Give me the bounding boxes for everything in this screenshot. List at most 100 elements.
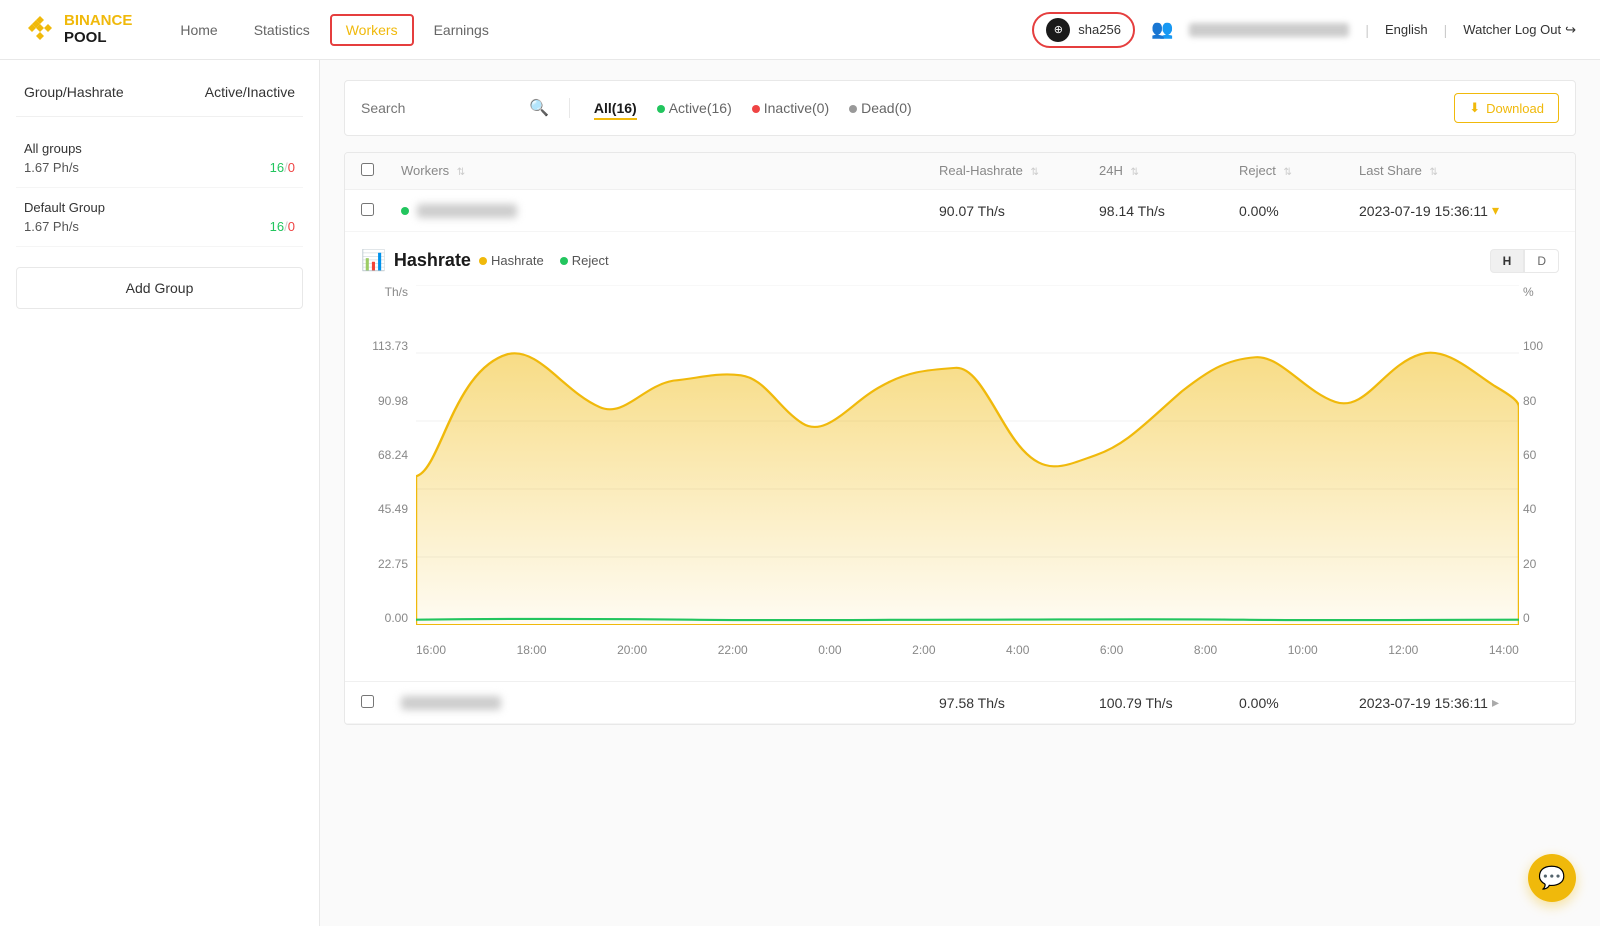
group-counts: 16/0 bbox=[270, 160, 295, 175]
table-row-2[interactable]: 97.58 Th/s 100.79 Th/s 0.00% 2023-07-19 … bbox=[345, 681, 1575, 724]
group-hashrate-value: 1.67 Ph/s bbox=[24, 219, 79, 234]
group-all-groups[interactable]: All groups 1.67 Ph/s 16/0 bbox=[16, 129, 303, 188]
h24-col-header[interactable]: 24H ⇅ bbox=[1099, 163, 1239, 179]
row2-h24: 100.79 Th/s bbox=[1099, 695, 1239, 711]
row1-expand-icon[interactable]: ▾ bbox=[1492, 202, 1499, 219]
chart-x-axis: 16:00 18:00 20:00 22:00 0:00 2:00 4:00 6… bbox=[416, 635, 1519, 665]
chart-y-axis-left: Th/s 113.73 90.98 68.24 45.49 22.75 0.00 bbox=[361, 285, 416, 625]
tab-inactive[interactable]: Inactive(0) bbox=[752, 96, 829, 120]
account-name: sha256 bbox=[1078, 22, 1121, 37]
real-hashrate-col-header[interactable]: Real-Hashrate ⇅ bbox=[939, 163, 1099, 179]
row2-worker-name bbox=[401, 696, 939, 710]
nav-workers[interactable]: Workers bbox=[330, 14, 414, 46]
lang-divider2: | bbox=[1444, 22, 1448, 38]
nav-home[interactable]: Home bbox=[164, 14, 233, 46]
row1-worker-name bbox=[401, 204, 939, 218]
row2-checkbox[interactable] bbox=[361, 695, 401, 711]
main-nav: Home Statistics Workers Earnings bbox=[164, 14, 1032, 46]
nav-earnings[interactable]: Earnings bbox=[418, 14, 505, 46]
row2-reject: 0.00% bbox=[1239, 695, 1359, 711]
y-label-1: 90.98 bbox=[361, 394, 408, 408]
group-default[interactable]: Default Group 1.67 Ph/s 16/0 bbox=[16, 188, 303, 247]
inactive-dot bbox=[752, 105, 760, 113]
table-row[interactable]: 90.07 Th/s 98.14 Th/s 0.00% 2023-07-19 1… bbox=[345, 190, 1575, 232]
row2-real-hashrate: 97.58 Th/s bbox=[939, 695, 1099, 711]
y-label-0: 113.73 bbox=[361, 339, 408, 353]
chart-legend: Hashrate Reject bbox=[479, 253, 609, 268]
y-label-3: 45.49 bbox=[361, 502, 408, 516]
row2-last-share: 2023-07-19 15:36:11 ▸ bbox=[1359, 694, 1559, 711]
chart-area bbox=[416, 285, 1519, 625]
reject-col-header[interactable]: Reject ⇅ bbox=[1239, 163, 1359, 179]
chart-title: Hashrate bbox=[394, 250, 471, 271]
workers-col-header[interactable]: Workers ⇅ bbox=[401, 163, 939, 179]
x-label-11: 14:00 bbox=[1489, 643, 1519, 657]
reject-sort-icon: ⇅ bbox=[1283, 167, 1291, 178]
add-group-button[interactable]: Add Group bbox=[16, 267, 303, 309]
row1-checkbox[interactable] bbox=[361, 203, 401, 219]
account-pill[interactable]: ⊕ sha256 bbox=[1032, 12, 1135, 48]
avatar: ⊕ bbox=[1046, 18, 1070, 42]
nav-statistics[interactable]: Statistics bbox=[238, 14, 326, 46]
toggle-h-button[interactable]: H bbox=[1490, 249, 1525, 273]
x-label-3: 22:00 bbox=[718, 643, 748, 657]
x-label-10: 12:00 bbox=[1388, 643, 1418, 657]
filter-bar: 🔍 All(16) Active(16) Inactive(0) Dead(0) bbox=[344, 80, 1576, 136]
tab-dead[interactable]: Dead(0) bbox=[849, 96, 912, 120]
y-right-label-3: 40 bbox=[1523, 502, 1559, 516]
download-button[interactable]: ⬇ Download bbox=[1454, 93, 1559, 123]
hashrate-chart-svg bbox=[416, 285, 1519, 625]
sidebar: Group/Hashrate Active/Inactive All group… bbox=[0, 60, 320, 926]
header-right: ⊕ sha256 👥 | English | Watcher Log Out ↪ bbox=[1032, 12, 1576, 48]
logout-icon: ↪ bbox=[1565, 22, 1576, 38]
search-input[interactable] bbox=[361, 100, 521, 116]
y-label-2: 68.24 bbox=[361, 448, 408, 462]
select-all-checkbox[interactable] bbox=[361, 163, 374, 176]
logo[interactable]: BINANCEPOOL bbox=[24, 13, 132, 46]
x-label-7: 6:00 bbox=[1100, 643, 1123, 657]
y-label-4: 22.75 bbox=[361, 557, 408, 571]
legend-reject: Reject bbox=[560, 253, 609, 268]
users-icon[interactable]: 👥 bbox=[1151, 19, 1173, 40]
h24-sort-icon: ⇅ bbox=[1130, 167, 1138, 178]
chart-icon: 📊 bbox=[361, 248, 386, 273]
row1-reject: 0.00% bbox=[1239, 203, 1359, 219]
x-label-6: 4:00 bbox=[1006, 643, 1029, 657]
x-label-9: 10:00 bbox=[1288, 643, 1318, 657]
active-dot bbox=[657, 105, 665, 113]
chart-toggle: H D bbox=[1490, 249, 1559, 273]
workers-table: Workers ⇅ Real-Hashrate ⇅ 24H ⇅ Reject ⇅… bbox=[344, 152, 1576, 725]
row2-expand-icon[interactable]: ▸ bbox=[1492, 694, 1499, 711]
checkbox-col-header bbox=[361, 163, 401, 179]
real-hashrate-sort-icon: ⇅ bbox=[1030, 167, 1038, 178]
chat-fab-button[interactable]: 💬 bbox=[1528, 854, 1576, 902]
group-name: All groups bbox=[24, 141, 295, 156]
workers-sort-icon: ⇅ bbox=[457, 167, 465, 178]
group-hashrate-row: 1.67 Ph/s 16/0 bbox=[24, 219, 295, 234]
legend-hashrate: Hashrate bbox=[479, 253, 544, 268]
last-share-sort-icon: ⇅ bbox=[1430, 167, 1438, 178]
chart-section: 📊 Hashrate Hashrate Reject bbox=[345, 232, 1575, 681]
row2-checkbox-input[interactable] bbox=[361, 695, 374, 708]
tab-active[interactable]: Active(16) bbox=[657, 96, 732, 120]
search-icon[interactable]: 🔍 bbox=[529, 98, 549, 118]
filter-left: 🔍 All(16) Active(16) Inactive(0) Dead(0) bbox=[361, 96, 912, 120]
x-label-1: 18:00 bbox=[517, 643, 547, 657]
toggle-d-button[interactable]: D bbox=[1524, 249, 1559, 273]
legend-reject-dot bbox=[560, 257, 568, 265]
sidebar-col2-label: Active/Inactive bbox=[205, 84, 295, 100]
y-label-ths: Th/s bbox=[361, 285, 408, 299]
group-counts: 16/0 bbox=[270, 219, 295, 234]
y-right-label-1: 80 bbox=[1523, 394, 1559, 408]
row1-real-hashrate: 90.07 Th/s bbox=[939, 203, 1099, 219]
row1-h24: 98.14 Th/s bbox=[1099, 203, 1239, 219]
lang-divider: | bbox=[1365, 22, 1369, 38]
language-selector[interactable]: English bbox=[1385, 22, 1428, 37]
row1-checkbox-input[interactable] bbox=[361, 203, 374, 216]
logout-button[interactable]: Watcher Log Out ↪ bbox=[1463, 22, 1576, 38]
app-header: BINANCEPOOL Home Statistics Workers Earn… bbox=[0, 0, 1600, 60]
row1-name-blurred bbox=[417, 204, 517, 218]
last-share-col-header[interactable]: Last Share ⇅ bbox=[1359, 163, 1559, 179]
tab-all[interactable]: All(16) bbox=[594, 96, 637, 120]
group-hashrate-value: 1.67 Ph/s bbox=[24, 160, 79, 175]
